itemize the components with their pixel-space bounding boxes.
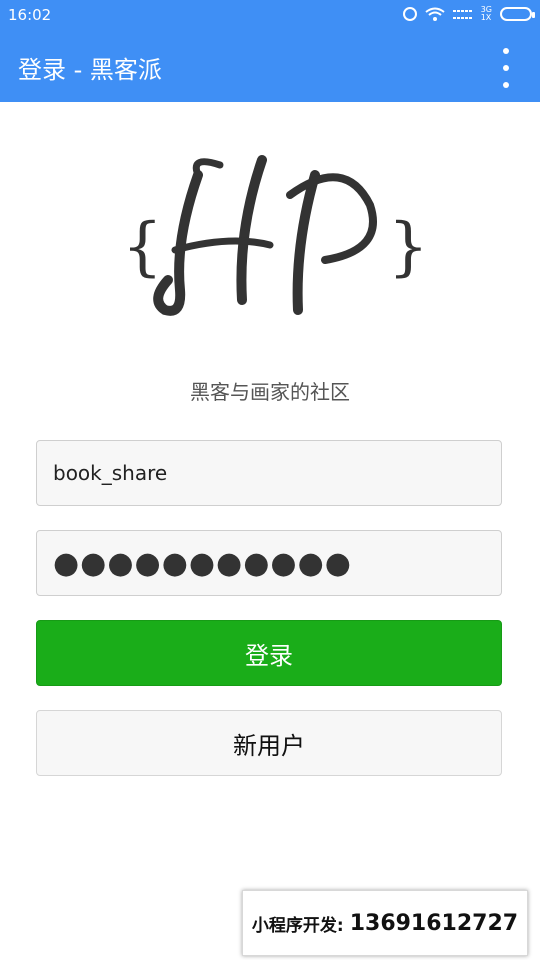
new-user-button-label: 新用户 bbox=[233, 731, 305, 760]
network-type-label: 3G 1X bbox=[481, 6, 492, 22]
status-bar: 16:02 3G 1X bbox=[0, 0, 540, 32]
svg-text:}: } bbox=[388, 210, 425, 284]
username-input[interactable]: book_share bbox=[36, 440, 502, 506]
battery-icon bbox=[500, 7, 535, 21]
slogan: 黑客与画家的社区 bbox=[190, 380, 350, 404]
login-button-label: 登录 bbox=[245, 641, 293, 670]
title-bar: 登录 - 黑客派 bbox=[0, 32, 540, 102]
password-mask: ●●●●●●●●●●● bbox=[53, 545, 352, 581]
wifi-icon bbox=[425, 7, 445, 21]
status-time: 16:02 bbox=[8, 6, 52, 24]
svg-text:{: { bbox=[122, 210, 163, 284]
status-icons: 3G 1X bbox=[402, 6, 535, 22]
watermark-label: 小程序开发: bbox=[251, 915, 344, 936]
overflow-menu-icon bbox=[503, 48, 509, 54]
overflow-menu-button[interactable] bbox=[494, 48, 518, 88]
network-label-1x: 1X bbox=[480, 13, 492, 22]
password-input[interactable]: ●●●●●●●●●●● bbox=[36, 530, 502, 596]
app-header: 16:02 3G 1X 登录 - 黑客派 bbox=[0, 0, 540, 102]
developer-watermark: 小程序开发: 13691612727 bbox=[242, 890, 528, 956]
watermark-phone: 13691612727 bbox=[349, 910, 519, 936]
login-button[interactable]: 登录 bbox=[36, 620, 502, 686]
new-user-button[interactable]: 新用户 bbox=[36, 710, 502, 776]
alarm-icon bbox=[402, 7, 417, 21]
page-title: 登录 - 黑客派 bbox=[18, 56, 162, 84]
username-value: book_share bbox=[53, 461, 168, 485]
signal-icon bbox=[452, 7, 473, 21]
overflow-menu-icon-dot bbox=[503, 65, 509, 71]
hp-logo: { } bbox=[120, 150, 429, 325]
overflow-menu-icon-dot bbox=[503, 82, 509, 88]
